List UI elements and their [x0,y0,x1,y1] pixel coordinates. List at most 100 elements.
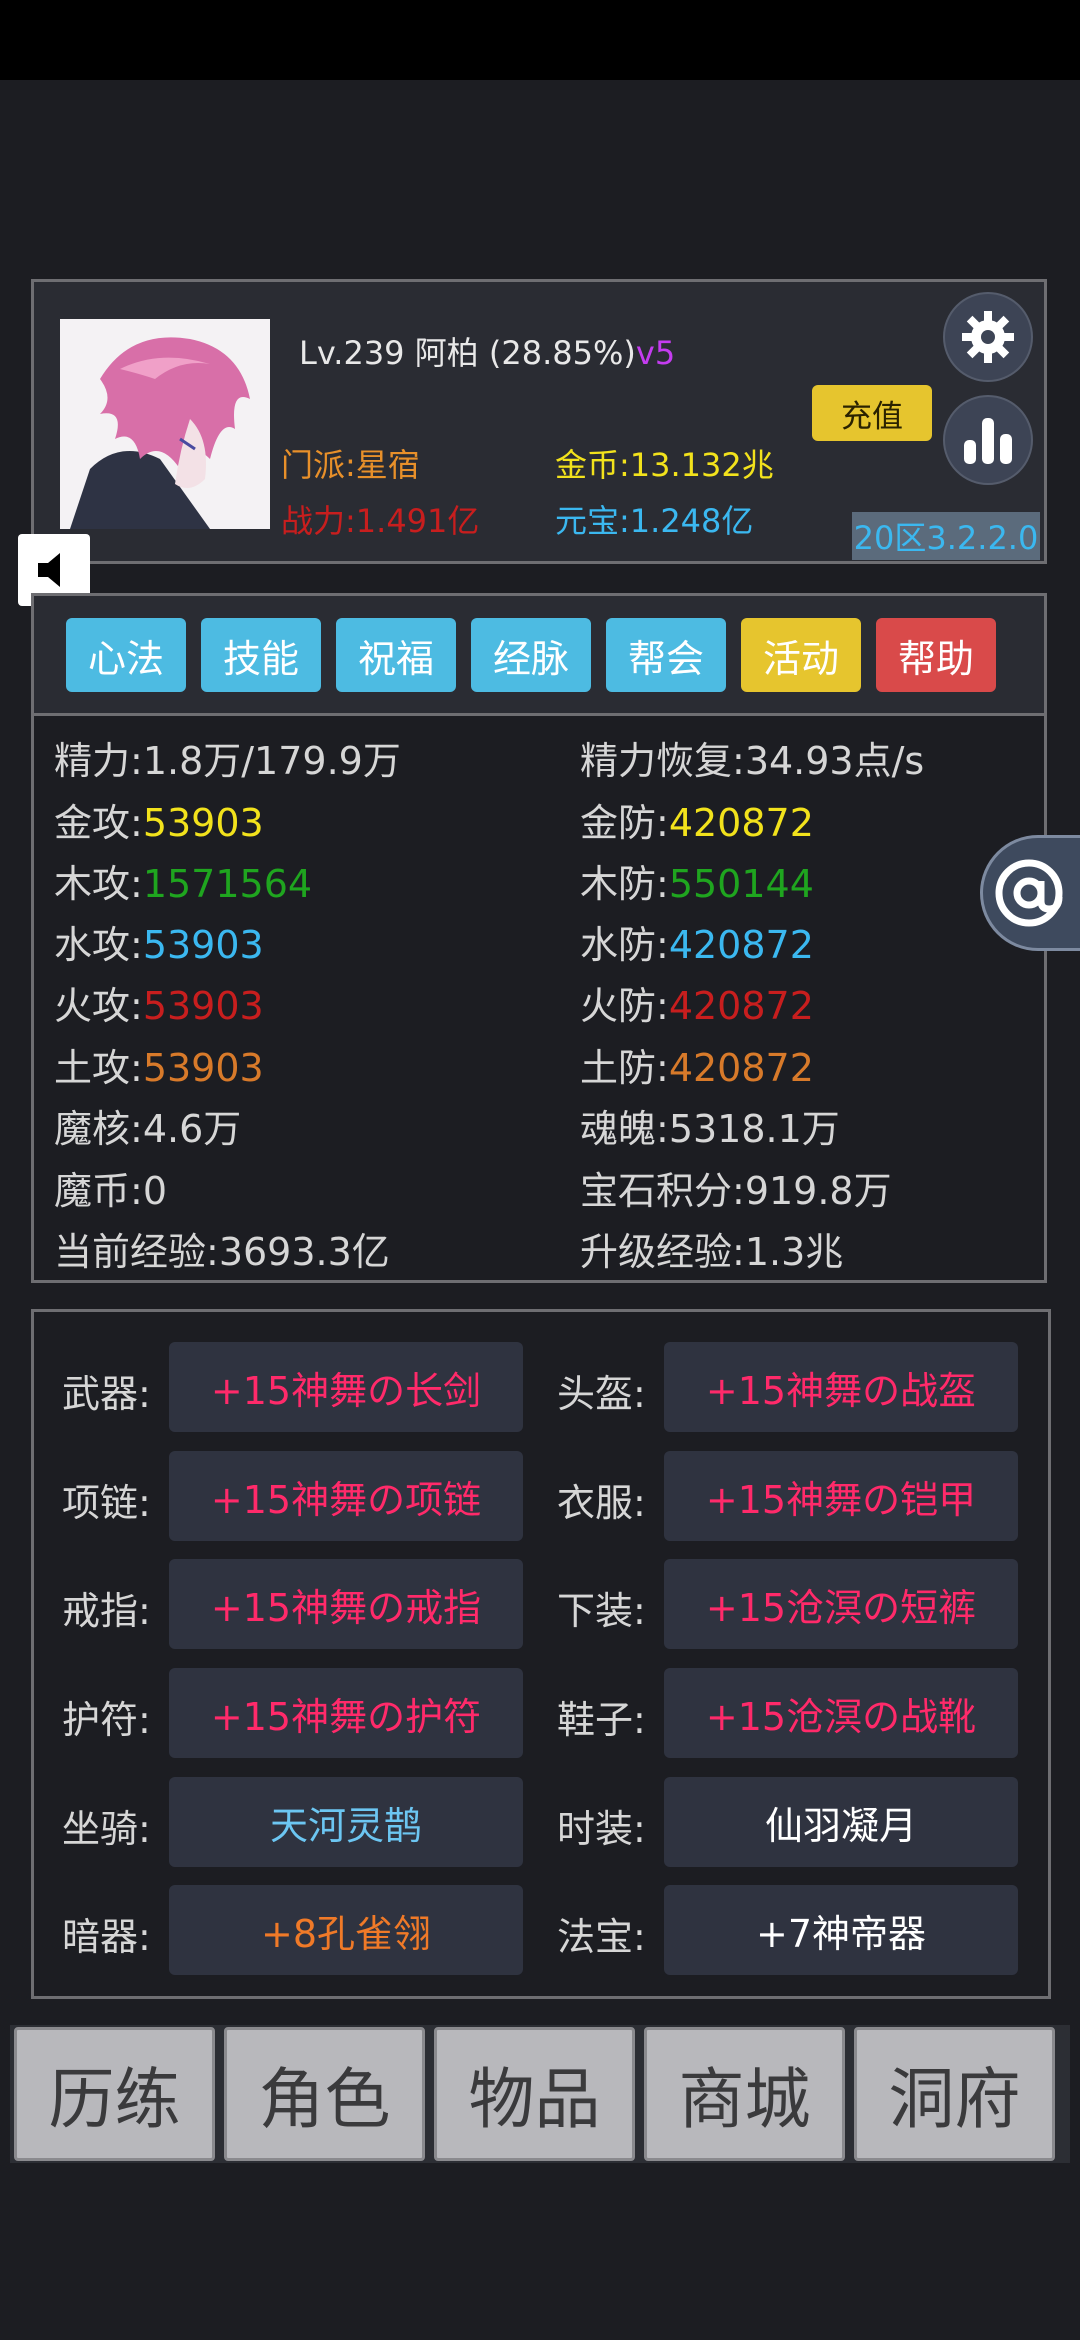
equip-hidden-weapon[interactable]: +8孔雀翎 [169,1885,523,1975]
stat-water-defense: 水防:420872 [580,914,814,969]
equip-ring[interactable]: +15神舞の戒指 [169,1559,523,1649]
equip-mount[interactable]: 天河灵鹊 [169,1777,523,1867]
tab-skills[interactable]: 技能 [201,618,321,692]
stat-current-exp: 当前经验:3693.3亿 [54,1221,390,1276]
slot-label-pants: 下装: [557,1589,646,1633]
power-text: 战力:1.491亿 [281,502,480,540]
stat-label: 木防: [580,862,669,906]
sect-text: 门派:星宿 [281,446,420,484]
stat-value: 3693.3亿 [218,1230,390,1274]
gold-text: 金币:13.132兆 [555,446,774,484]
equip-treasure[interactable]: +7神帝器 [664,1885,1018,1975]
stat-value: 34.93点/s [744,739,925,783]
stat-label: 水攻: [54,923,143,967]
stat-wood-attack: 木攻:1571564 [54,853,312,908]
slot-label-fashion: 时装: [557,1807,646,1851]
settings-button[interactable] [943,292,1033,382]
stat-value: 5318.1万 [668,1107,840,1151]
tab-events[interactable]: 活动 [741,618,861,692]
speaker-icon [38,553,60,587]
avatar[interactable] [60,319,270,529]
stat-label: 金防: [580,801,669,845]
stat-label: 木攻: [54,862,143,906]
tab-help[interactable]: 帮助 [876,618,996,692]
vip-badge: v5 [635,334,676,372]
stat-magic-coin: 魔币:0 [54,1160,167,1215]
stat-label: 魔核: [54,1107,143,1151]
nav-training[interactable]: 历练 [14,2027,215,2161]
stat-label: 升级经验: [580,1230,745,1274]
slot-label-armor: 衣服: [557,1481,646,1525]
bar-chart-icon [964,418,1012,464]
stat-gem-points: 宝石积分:919.8万 [580,1160,892,1215]
stat-levelup-exp: 升级经验:1.3兆 [580,1221,843,1276]
tab-guild[interactable]: 帮会 [606,618,726,692]
equip-helmet[interactable]: +15神舞の战盔 [664,1342,1018,1432]
stat-value: 4.6万 [142,1107,242,1151]
stat-value: 420872 [668,801,814,845]
equip-shoes[interactable]: +15沧溟の战靴 [664,1668,1018,1758]
status-bar [0,0,1080,80]
equip-fashion[interactable]: 仙羽凝月 [664,1777,1018,1867]
nav-shop[interactable]: 商城 [644,2027,845,2161]
stat-label: 当前经验: [54,1230,219,1274]
slot-label-necklace: 项链: [62,1481,151,1525]
stat-earth-attack: 土攻:53903 [54,1037,264,1092]
slot-label-mount: 坐骑: [62,1807,151,1851]
ranking-button[interactable] [943,395,1033,485]
stat-soul: 魂魄:5318.1万 [580,1098,840,1153]
stat-value: 420872 [668,984,814,1028]
at-icon [995,859,1063,927]
slot-label-ring: 戒指: [62,1589,151,1633]
stat-energy: 精力:1.8万/179.9万 [54,730,401,785]
nav-character[interactable]: 角色 [224,2027,425,2161]
tab-meridian[interactable]: 经脉 [471,618,591,692]
ingot-text: 元宝:1.248亿 [555,502,754,540]
slot-label-shoes: 鞋子: [557,1698,646,1742]
stat-label: 精力: [54,739,143,783]
stat-label: 火攻: [54,984,143,1028]
tab-blessing[interactable]: 祝福 [336,618,456,692]
stat-value: 1.8万/179.9万 [142,739,401,783]
stat-value: 919.8万 [744,1169,892,1213]
equip-amulet[interactable]: +15神舞の护符 [169,1668,523,1758]
stat-fire-attack: 火攻:53903 [54,975,264,1030]
equip-armor[interactable]: +15神舞の铠甲 [664,1451,1018,1541]
stat-label: 魔币: [54,1169,143,1213]
stat-label: 土防: [580,1046,669,1090]
stat-value: 1571564 [142,862,313,906]
level-line: Lv.239 阿柏 (28.85%)v5 [299,328,675,374]
stat-metal-defense: 金防:420872 [580,792,814,847]
equip-pants[interactable]: +15沧溟の短裤 [664,1559,1018,1649]
recharge-button[interactable]: 充值 [812,385,932,441]
stat-value: 550144 [668,862,814,906]
stat-value: 53903 [142,801,264,845]
tab-xinfa[interactable]: 心法 [66,618,186,692]
nav-items[interactable]: 物品 [434,2027,635,2161]
stat-label: 金攻: [54,801,143,845]
stat-metal-attack: 金攻:53903 [54,792,264,847]
stat-label: 魂魄: [580,1107,669,1151]
gear-icon [962,311,1014,363]
stat-label: 土攻: [54,1046,143,1090]
slot-label-hidden-weapon: 暗器: [62,1915,151,1959]
slot-label-treasure: 法宝: [557,1915,646,1959]
slot-label-amulet: 护符: [62,1698,151,1742]
stat-value: 0 [142,1169,167,1213]
slot-label-weapon: 武器: [62,1372,151,1416]
stat-value: 53903 [142,1046,264,1090]
stat-value: 53903 [142,984,264,1028]
equip-weapon[interactable]: +15神舞の长剑 [169,1342,523,1432]
equip-necklace[interactable]: +15神舞の项链 [169,1451,523,1541]
stat-magic-core: 魔核:4.6万 [54,1098,241,1153]
stat-label: 水防: [580,923,669,967]
server-version: 20区3.2.2.0 [852,512,1040,560]
level-text: Lv.239 阿柏 (28.85%) [299,334,636,372]
stat-earth-defense: 土防:420872 [580,1037,814,1092]
stat-label: 火防: [580,984,669,1028]
stat-label: 宝石积分: [580,1169,745,1213]
slot-label-helmet: 头盔: [557,1372,646,1416]
nav-cave[interactable]: 洞府 [854,2027,1055,2161]
stat-energy-regen: 精力恢复:34.93点/s [580,730,924,785]
stat-label: 精力恢复: [580,739,745,783]
